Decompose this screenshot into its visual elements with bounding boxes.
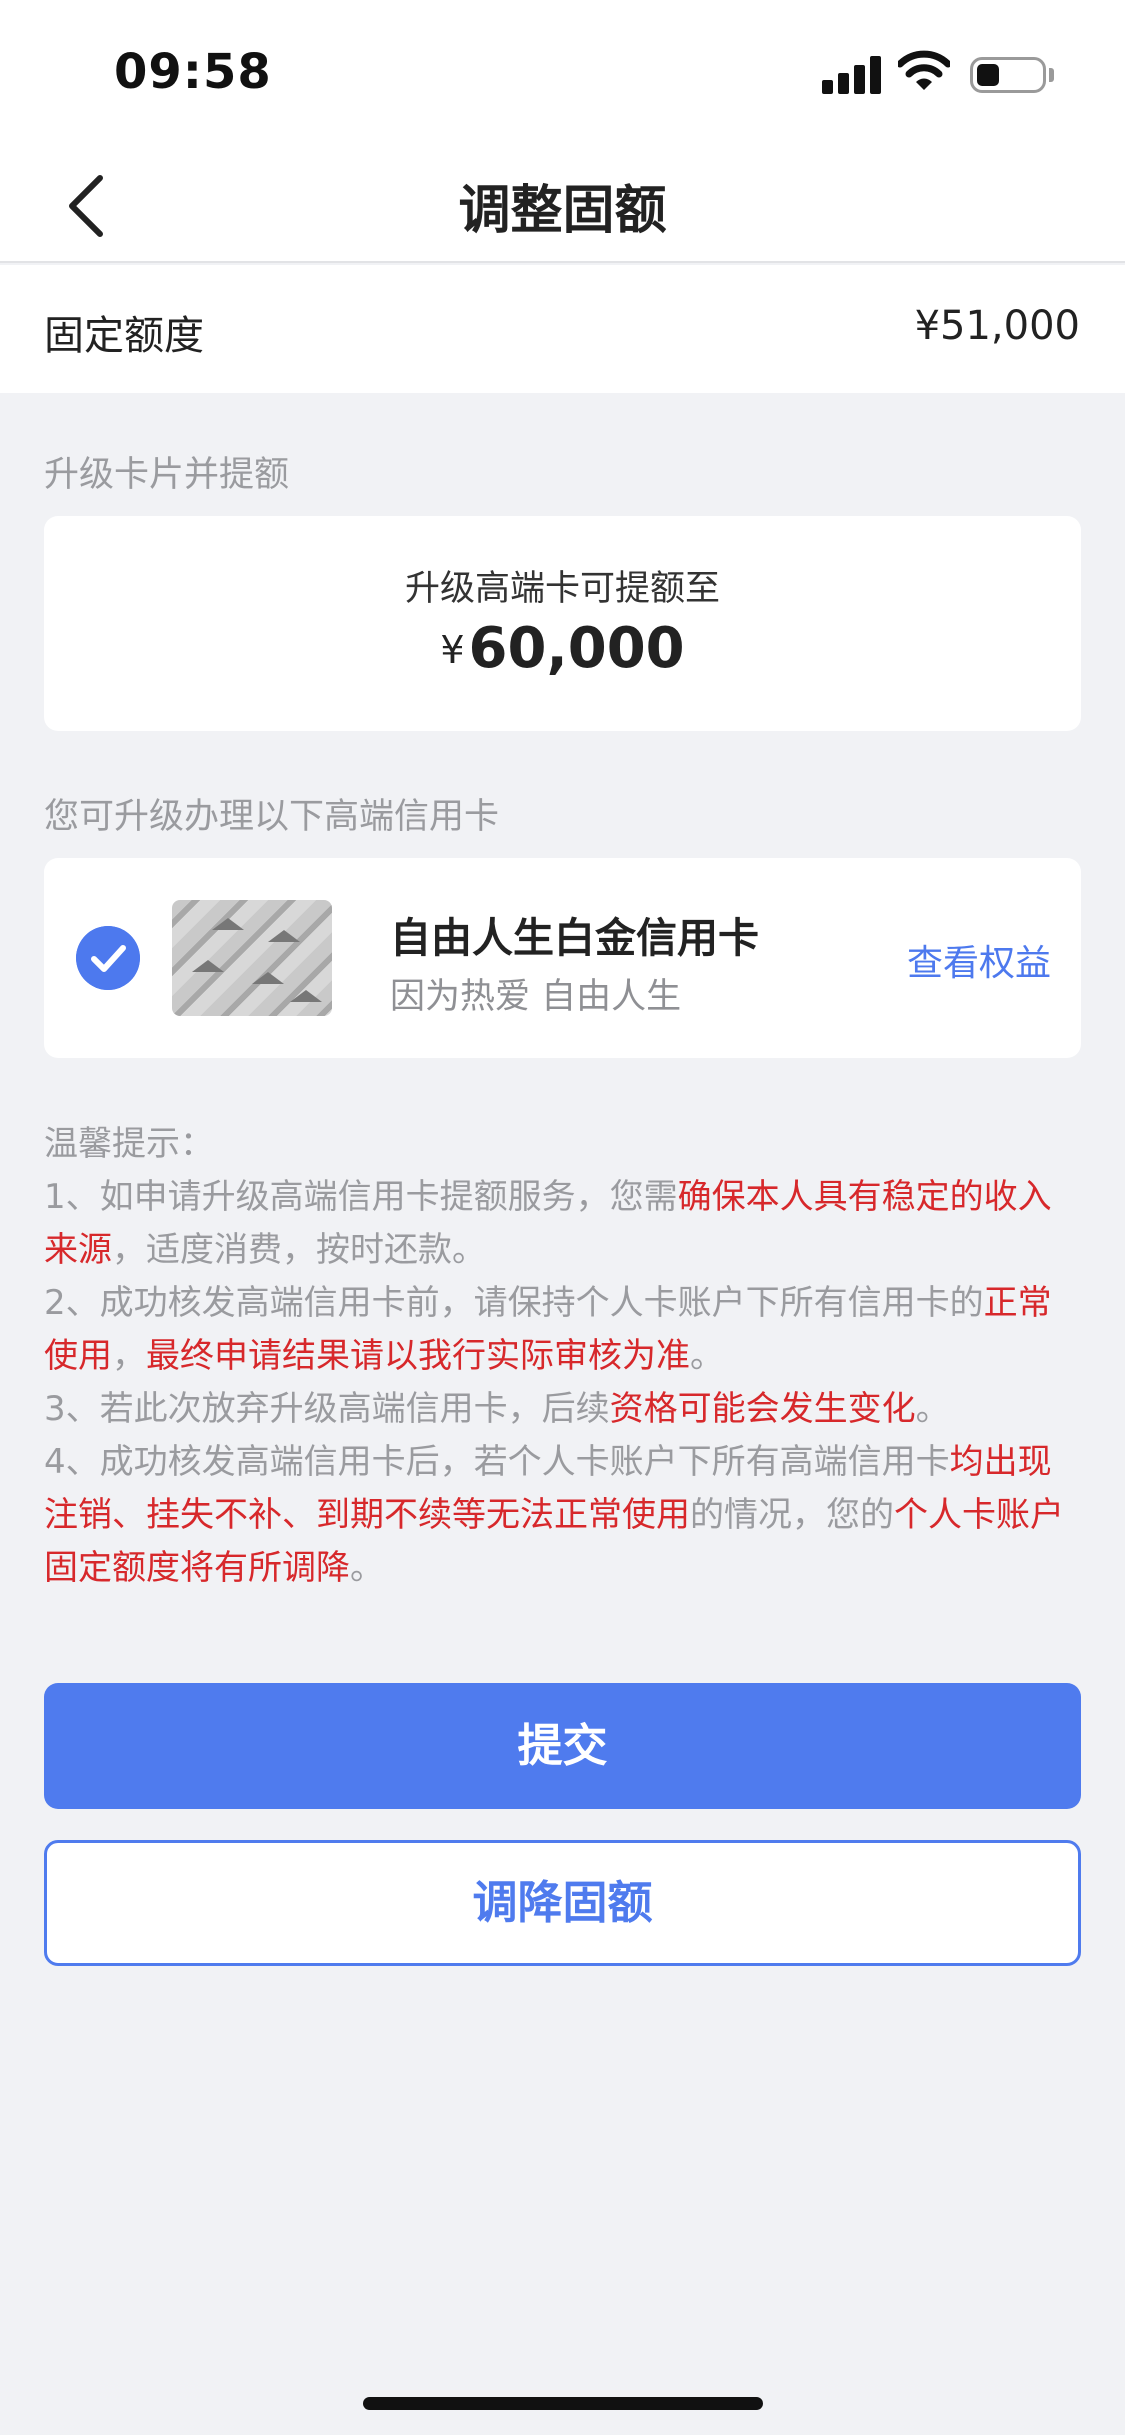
tip-3-text-end: 。 (915, 1389, 950, 1429)
upgrade-limit-amount: ¥60,000 (44, 616, 1081, 681)
amount-value: 60,000 (468, 616, 685, 681)
tip-1-text-end: ，适度消费，按时还款。 (112, 1230, 486, 1270)
tip-2-text: 2、成功核发高端信用卡前，请保持个人卡账户下所有信用卡的 (44, 1283, 984, 1323)
reduce-limit-button[interactable]: 调降固额 (44, 1840, 1081, 1966)
fixed-limit-value: ¥51,000 (914, 303, 1080, 349)
tip-4-text-mid: 的情况，您的 (690, 1495, 894, 1535)
warm-tips: 温馨提示： 1、如申请升级高端信用卡提额服务，您需确保本人具有稳定的收入来源，适… (44, 1118, 1084, 1595)
submit-button[interactable]: 提交 (44, 1683, 1081, 1809)
credit-card-option[interactable]: 自由人生白金信用卡 因为热爱 自由人生 查看权益 (44, 858, 1081, 1058)
upgrade-section-label: 升级卡片并提额 (44, 455, 290, 495)
view-benefits-link[interactable]: 查看权益 (907, 934, 1051, 986)
tips-title: 温馨提示： (44, 1124, 214, 1164)
status-time: 09:58 (114, 44, 272, 100)
fixed-limit-row: 固定额度 ¥51,000 (0, 265, 1125, 393)
tip-2: 2、成功核发高端信用卡前，请保持个人卡账户下所有信用卡的正常使用，最终申请结果请… (44, 1277, 1084, 1383)
tip-3-highlight: 资格可能会发生变化 (609, 1389, 916, 1429)
tip-2-comma: ， (112, 1336, 146, 1376)
cards-section-label: 您可升级办理以下高端信用卡 (44, 797, 500, 837)
wifi-icon (898, 50, 950, 90)
checkmark-circle-icon[interactable] (76, 926, 140, 990)
tip-1-text: 1、如申请升级高端信用卡提额服务，您需 (44, 1177, 678, 1217)
upgrade-limit-card: 升级高端卡可提额至 ¥60,000 (44, 516, 1081, 731)
nav-bar: 调整固额 (0, 140, 1125, 263)
home-indicator (363, 2397, 763, 2410)
page-title: 调整固额 (458, 181, 667, 241)
cellular-signal-icon (822, 54, 882, 94)
tip-4-text-end: 。 (350, 1548, 384, 1588)
card-name: 自由人生白金信用卡 (390, 914, 759, 962)
currency-symbol: ¥ (440, 628, 465, 672)
battery-icon (970, 57, 1046, 93)
tip-4: 4、成功核发高端信用卡后，若个人卡账户下所有高端信用卡均出现注销、挂失不补、到期… (44, 1436, 1084, 1595)
tip-3-text: 3、若此次放弃升级高端信用卡，后续 (44, 1389, 610, 1429)
tip-1: 1、如申请升级高端信用卡提额服务，您需确保本人具有稳定的收入来源，适度消费，按时… (44, 1171, 1084, 1277)
tip-3: 3、若此次放弃升级高端信用卡，后续资格可能会发生变化。 (44, 1383, 1084, 1436)
upgrade-limit-subtitle: 升级高端卡可提额至 (404, 569, 720, 609)
tip-2-highlight-2: 最终申请结果请以我行实际审核为准 (146, 1336, 690, 1376)
battery-tip (1049, 68, 1054, 82)
status-bar: 09:58 (0, 0, 1125, 140)
tip-2-text-end: 。 (690, 1336, 724, 1376)
tip-4-text: 4、成功核发高端信用卡后，若个人卡账户下所有高端信用卡 (44, 1442, 950, 1482)
card-slogan: 因为热爱 自由人生 (390, 977, 682, 1017)
fixed-limit-label: 固定额度 (44, 313, 204, 359)
credit-card-image (172, 900, 332, 1016)
